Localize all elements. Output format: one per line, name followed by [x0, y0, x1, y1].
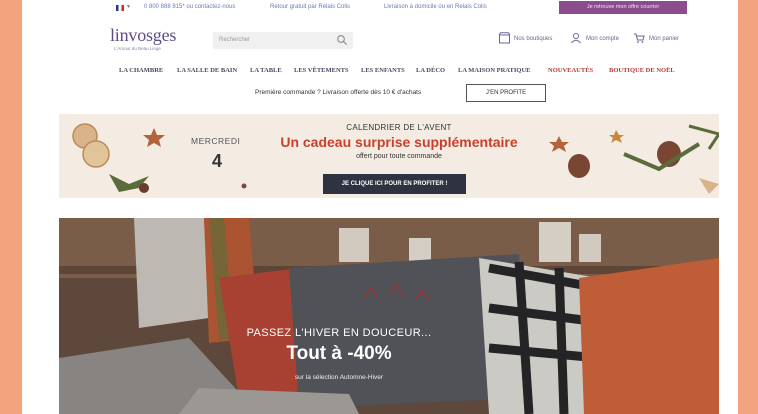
hero-subtitle: sur la sélection Automne-Hiver	[294, 374, 384, 381]
phone-contact-link[interactable]: 0 800 888 815* ou contactez-nous	[144, 4, 235, 10]
first-order-text: Première commande ? Livraison offerte dè…	[255, 89, 422, 96]
first-order-button[interactable]: J'EN PROFITE	[466, 84, 546, 102]
advent-cta-button[interactable]: JE CLIQUE ICI POUR EN PROFITER !	[323, 174, 466, 194]
nav-item-vetements[interactable]: LES VÊTEMENTS	[294, 67, 349, 74]
advent-day: MERCREDI	[191, 136, 241, 146]
search-input[interactable]: Rechercher	[219, 37, 250, 43]
hero-title: Tout à -40%	[286, 343, 392, 364]
nav-item-nouveautes[interactable]: NOUVEAUTÉS	[548, 67, 593, 74]
mail-offer-button[interactable]: Je retrouve mon offre courrier	[559, 1, 687, 14]
hero-image	[59, 218, 719, 414]
hero-banner[interactable]: PASSEZ L'HIVER EN DOUCEUR... Tout à -40%…	[59, 218, 719, 414]
advent-subtitle: offert pour toute commande	[356, 153, 442, 160]
nav-item-chambre[interactable]: LA CHAMBRE	[119, 67, 163, 74]
utility-bar: ▼ 0 800 888 815* ou contactez-nous Retou…	[22, 0, 738, 16]
nav-item-enfants[interactable]: LES ENFANTS	[361, 67, 405, 74]
cart-icon	[634, 33, 645, 43]
free-return-link[interactable]: Retour gratuit par Relais Colis	[270, 4, 350, 10]
cart-link[interactable]: Mon panier	[634, 33, 680, 43]
nav-item-boutique-noel[interactable]: BOUTIQUE DE NOËL	[609, 67, 675, 74]
flag-fr-icon[interactable]	[116, 5, 124, 11]
berry-icon	[241, 183, 247, 189]
nav-item-salle-de-bain[interactable]: LA SALLE DE BAIN	[177, 67, 237, 74]
advent-day-number: 4	[212, 151, 223, 171]
account-link[interactable]: Mon compte	[571, 33, 620, 44]
logo-tagline: L'Amour du Beau Linge	[114, 46, 161, 51]
store-icon	[498, 32, 511, 44]
nav-item-deco[interactable]: LA DÉCO	[416, 67, 445, 74]
cart-label: Mon panier	[649, 36, 680, 42]
stores-link[interactable]: Nos boutiques	[498, 32, 553, 44]
logo[interactable]: linvosges	[110, 25, 176, 46]
nav-item-table[interactable]: LA TABLE	[250, 67, 282, 74]
nav-item-maison-pratique[interactable]: LA MAISON PRATIQUE	[458, 67, 530, 74]
chevron-down-icon[interactable]: ▼	[126, 4, 131, 10]
search-icon[interactable]	[336, 34, 348, 46]
page: ▼ 0 800 888 815* ou contactez-nous Retou…	[22, 0, 738, 414]
nut-icon	[699, 178, 719, 194]
advent-headline: Un cadeau surprise supplémentaire	[280, 134, 518, 150]
berry-icon	[139, 183, 149, 193]
hero-kicker: PASSEZ L'HIVER EN DOUCEUR...	[246, 327, 432, 339]
user-icon	[571, 33, 581, 44]
main-nav: LA CHAMBRE LA SALLE DE BAIN LA TABLE LES…	[22, 67, 738, 79]
advent-banner[interactable]: CALENDRIER DE L'AVENT Un cadeau surprise…	[59, 114, 719, 198]
advent-title: CALENDRIER DE L'AVENT	[346, 123, 452, 132]
search-bar[interactable]: Rechercher	[213, 32, 353, 49]
delivery-link[interactable]: Livraison à domicile ou en Relais Colis	[384, 4, 487, 10]
account-label: Mon compte	[586, 36, 620, 42]
stores-label: Nos boutiques	[514, 36, 553, 42]
